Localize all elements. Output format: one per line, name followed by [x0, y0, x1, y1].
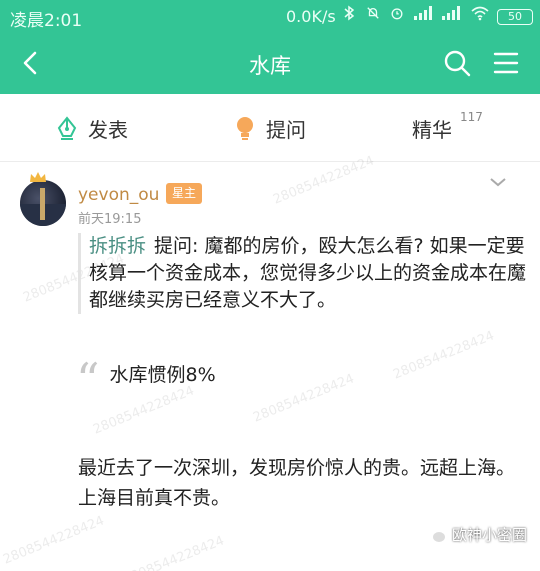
watermark: 2808544228424	[251, 371, 357, 426]
status-icons	[342, 5, 490, 21]
status-time: 凌晨2:01	[10, 11, 83, 31]
chevron-down-icon[interactable]	[489, 176, 507, 188]
question-text: 提问: 魔都的房价，殴大怎么看? 如果一定要核算一个资金成本，您觉得多少以上的资…	[89, 235, 527, 311]
bulb-icon	[237, 116, 253, 140]
avatar[interactable]	[20, 180, 66, 226]
app-bar: 水库	[0, 34, 540, 94]
post-card: 2808544228424 2808544228424 280854422842…	[0, 153, 540, 571]
signal-icon	[414, 6, 432, 20]
post-body-line: 最近去了一次深圳，发现房价惊人的贵。远超上海。	[78, 457, 516, 479]
question-quote: 拆拆拆 提问: 魔都的房价，殴大怎么看? 如果一定要核算一个资金成本，您觉得多少以…	[78, 233, 528, 314]
tab-featured[interactable]: 精华 117	[412, 110, 483, 143]
tab-post-label: 发表	[88, 118, 128, 142]
wechat-watermark: 欧神小密圈	[424, 524, 527, 545]
pen-icon	[57, 115, 77, 140]
watermark: 2808544228424	[91, 383, 197, 438]
bluetooth-icon	[344, 5, 355, 21]
status-bar: 凌晨2:01 0.0K/s 50	[0, 0, 540, 34]
menu-icon[interactable]	[492, 50, 520, 76]
wifi-icon	[471, 6, 489, 21]
watermark: 2808544228424	[391, 328, 497, 383]
quote-icon: “	[76, 352, 100, 407]
wechat-label: 欧神小密圈	[452, 526, 528, 544]
answer-text: 水库惯例8%	[109, 364, 216, 386]
question-author[interactable]: 拆拆拆	[89, 235, 146, 257]
network-speed: 0.0K/s	[286, 7, 336, 26]
post-body-line: 上海目前真不贵。	[78, 487, 231, 509]
mute-icon	[367, 7, 379, 19]
author-name[interactable]: yevon_ou	[78, 185, 159, 205]
tab-featured-label: 精华	[412, 118, 452, 142]
watermark: 2808544228424	[1, 513, 107, 568]
answer-line: “ 水库惯例8%	[76, 352, 216, 407]
tab-ask[interactable]: 提问	[234, 114, 306, 143]
alarm-icon	[391, 8, 403, 20]
watermark: 2808544228424	[121, 533, 227, 571]
tab-post[interactable]: 发表	[56, 114, 128, 143]
battery-icon: 50	[497, 9, 533, 25]
owner-badge: 星主	[166, 183, 203, 204]
post-body: 最近去了一次深圳，发现房价惊人的贵。远超上海。 上海目前真不贵。	[78, 453, 528, 513]
tab-ask-label: 提问	[266, 118, 306, 142]
featured-count: 117	[460, 109, 483, 124]
post-time: 前天19:15	[78, 212, 142, 227]
tab-bar: 发表 提问 精华 117	[0, 94, 540, 162]
wechat-icon	[425, 527, 445, 542]
signal-2-icon	[442, 6, 460, 20]
crown-icon	[30, 172, 46, 182]
search-icon[interactable]	[442, 48, 472, 78]
